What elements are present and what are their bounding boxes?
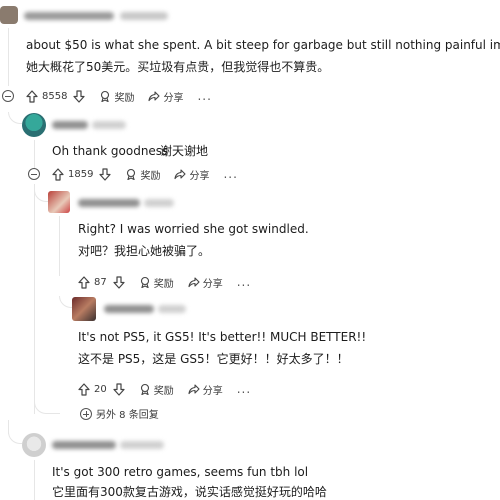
comment-text-cn: 她大概花了50美元。买垃圾有点贵，但我觉得也不算贵。 <box>26 60 330 74</box>
thread-connector <box>8 432 22 444</box>
award-icon <box>140 383 149 395</box>
more-options-button[interactable]: ... <box>223 167 237 181</box>
thread-connector <box>59 296 73 308</box>
upvote-button[interactable] <box>78 382 90 396</box>
share-icon <box>188 384 200 395</box>
share-icon <box>174 169 187 180</box>
comment-text-en: Right? I was worried she got swindled. <box>78 222 309 236</box>
downvote-button[interactable] <box>113 382 125 396</box>
collapse-thread-button[interactable] <box>28 168 40 180</box>
upvote-icon <box>26 89 38 103</box>
share-icon <box>148 91 161 102</box>
comment-text-en: It's not PS5, it GS5! It's better!! MUCH… <box>78 330 367 344</box>
timestamp-blurred <box>120 441 164 449</box>
vote-count: 87 <box>94 276 107 288</box>
comment-text-en: about $50 is what she spent. A bit steep… <box>26 38 500 52</box>
downvote-icon <box>73 89 86 103</box>
award-button[interactable]: 奖励 <box>139 382 174 397</box>
avatar[interactable] <box>22 433 46 457</box>
timestamp-blurred <box>92 121 126 129</box>
username-blurred[interactable] <box>104 305 154 313</box>
username-blurred[interactable] <box>78 199 140 207</box>
thread-line <box>34 140 35 170</box>
award-icon <box>140 276 149 288</box>
upvote-icon <box>78 382 90 396</box>
upvote-button[interactable] <box>26 89 38 103</box>
plus-icon <box>80 407 92 420</box>
comment-actions: 20 奖励 分享 ... <box>78 381 251 397</box>
downvote-button[interactable] <box>73 89 86 103</box>
comment-text-cn: 这不是 PS5，这是 GS5！它更好！！好太多了！！ <box>78 352 349 366</box>
award-icon <box>101 90 110 102</box>
avatar[interactable] <box>48 191 70 213</box>
comment-text-en: It's got 300 retro games, seems fun tbh … <box>52 465 309 479</box>
downvote-icon <box>113 382 125 396</box>
share-icon <box>188 277 200 288</box>
avatar[interactable] <box>22 113 46 137</box>
comment-text-cn: 对吧？我担心她被骗了。 <box>78 244 211 258</box>
username-blurred[interactable] <box>24 12 114 20</box>
comment-text-cn: 谢天谢地 <box>160 144 209 158</box>
thread-line <box>8 28 9 86</box>
comment-text-cn: 它里面有300款复古游戏，说实话感觉挺好玩的哈哈 <box>52 485 327 499</box>
downvote-button[interactable] <box>113 275 125 289</box>
upvote-button[interactable] <box>78 275 90 289</box>
thread-line <box>8 420 9 434</box>
downvote-icon <box>113 275 125 289</box>
upvote-button[interactable] <box>52 167 64 181</box>
upvote-icon <box>52 167 64 181</box>
comment-text-en: Oh thank goodness <box>52 144 169 158</box>
timestamp-blurred <box>120 12 168 20</box>
more-options-button[interactable]: ... <box>197 89 211 103</box>
award-button[interactable]: 奖励 <box>139 275 174 290</box>
more-options-button[interactable]: ... <box>237 382 251 396</box>
comment-actions: 8558 奖励 分享 ... <box>26 88 212 104</box>
collapse-thread-button[interactable] <box>2 90 14 102</box>
more-options-button[interactable]: ... <box>237 275 251 289</box>
share-button[interactable]: 分享 <box>174 167 209 182</box>
thread-line <box>59 216 60 276</box>
comment-actions: 87 奖励 分享 ... <box>78 274 251 290</box>
downvote-icon <box>99 167 112 181</box>
thread-connector <box>34 190 48 202</box>
avatar[interactable] <box>72 297 96 321</box>
award-button[interactable]: 奖励 <box>125 167 160 182</box>
share-button[interactable]: 分享 <box>188 275 223 290</box>
vote-count: 20 <box>94 383 107 395</box>
more-replies-button[interactable]: 另外 8 条回复 <box>80 406 159 421</box>
award-button[interactable]: 奖励 <box>99 89 134 104</box>
upvote-icon <box>78 275 90 289</box>
timestamp-blurred <box>158 305 186 313</box>
thread-connector <box>8 112 22 124</box>
award-icon <box>127 168 136 180</box>
username-blurred[interactable] <box>52 121 88 129</box>
downvote-button[interactable] <box>99 167 112 181</box>
share-button[interactable]: 分享 <box>148 89 183 104</box>
username-blurred[interactable] <box>52 441 116 449</box>
vote-count: 8558 <box>42 90 68 102</box>
thread-line <box>34 460 35 500</box>
share-button[interactable]: 分享 <box>188 382 223 397</box>
more-replies-label: 另外 8 条回复 <box>96 410 159 421</box>
thread-connector <box>34 402 60 414</box>
avatar[interactable] <box>0 6 18 24</box>
thread-line <box>34 184 35 414</box>
timestamp-blurred <box>144 199 174 207</box>
comment-actions: 1859 奖励 分享 ... <box>52 166 238 182</box>
vote-count: 1859 <box>68 168 94 180</box>
